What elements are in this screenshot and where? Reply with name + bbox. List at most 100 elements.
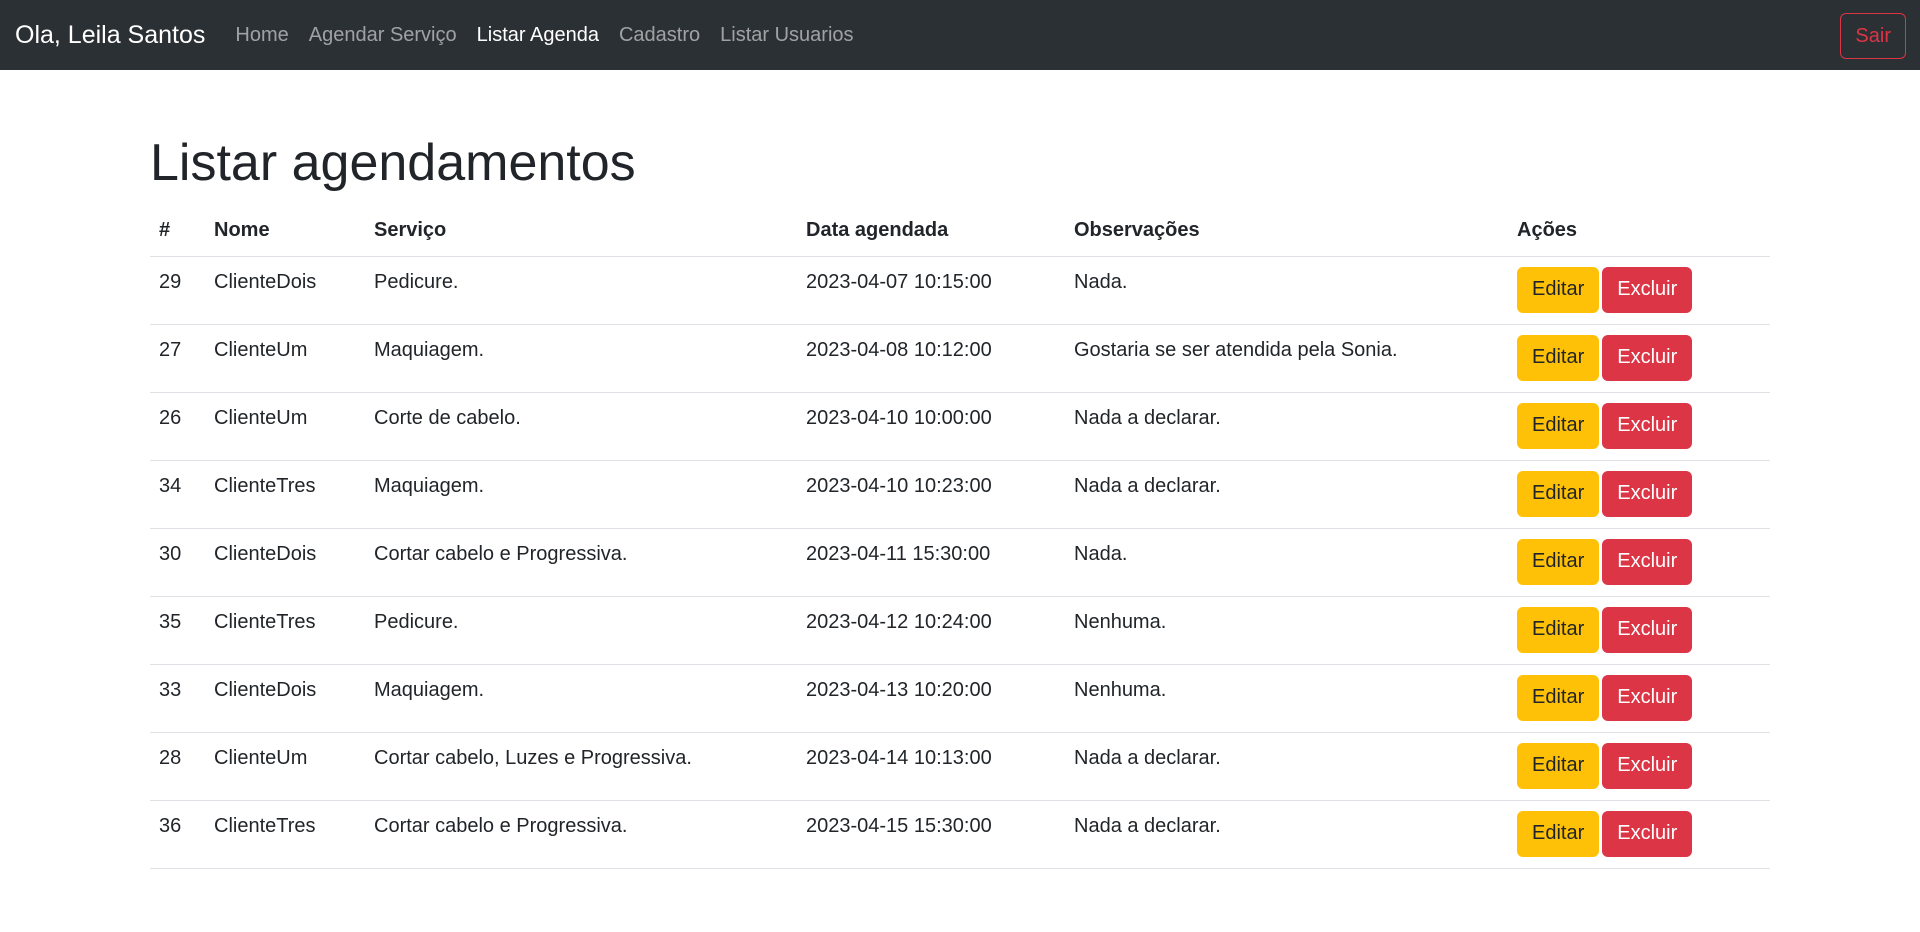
nav-link-listar-agenda[interactable]: Listar Agenda bbox=[477, 24, 599, 47]
cell-observacoes: Nada. bbox=[1065, 256, 1508, 325]
cell-data: 2023-04-12 10:24:00 bbox=[797, 596, 1065, 665]
table-row: 35 ClienteTres Pedicure. 2023-04-12 10:24:0… bbox=[150, 596, 1770, 665]
cell-servico: Pedicure. bbox=[365, 256, 797, 325]
cell-acoes: Editar Excluir bbox=[1508, 528, 1770, 597]
table-row: 29 ClienteDois Pedicure. 2023-04-07 10:15:0… bbox=[150, 256, 1770, 325]
edit-button[interactable]: Editar bbox=[1517, 742, 1600, 789]
table-row: 34 ClienteTres Maquiagem. 2023-04-10 10:23:… bbox=[150, 460, 1770, 529]
cell-data: 2023-04-08 10:12:00 bbox=[797, 324, 1065, 393]
cell-observacoes: Nenhuma. bbox=[1065, 664, 1508, 733]
table-row: 28 ClienteUm Cortar cabelo, Luzes e Progre… bbox=[150, 732, 1770, 801]
table-row: 30 ClienteDois Cortar cabelo e Progressiva… bbox=[150, 528, 1770, 597]
main-container: Listar agendamentos # Nome Serviço Data … bbox=[150, 130, 1770, 869]
cell-id: 28 bbox=[150, 732, 205, 801]
cell-id: 35 bbox=[150, 596, 205, 665]
cell-acoes: Editar Excluir bbox=[1508, 392, 1770, 461]
cell-acoes: Editar Excluir bbox=[1508, 596, 1770, 665]
cell-nome: ClienteTres bbox=[205, 800, 365, 869]
edit-button[interactable]: Editar bbox=[1517, 470, 1600, 517]
table-head: # Nome Serviço Data agendada Observações… bbox=[150, 206, 1770, 257]
edit-button[interactable]: Editar bbox=[1517, 606, 1600, 653]
cell-servico: Maquiagem. bbox=[365, 460, 797, 529]
table-row: 27 ClienteUm Maquiagem. 2023-04-08 10:12:00… bbox=[150, 324, 1770, 393]
nav-links: Home Agendar Serviço Listar Agenda Cadas… bbox=[235, 24, 873, 47]
cell-id: 30 bbox=[150, 528, 205, 597]
cell-nome: ClienteUm bbox=[205, 392, 365, 461]
cell-nome: ClienteUm bbox=[205, 324, 365, 393]
cell-id: 26 bbox=[150, 392, 205, 461]
cell-observacoes: Nenhuma. bbox=[1065, 596, 1508, 665]
table-row: 36 ClienteTres Cortar cabelo e Progressiva… bbox=[150, 800, 1770, 869]
nav-link-listar-usuarios[interactable]: Listar Usuarios bbox=[720, 24, 853, 47]
nav-link-agendar-servico[interactable]: Agendar Serviço bbox=[309, 24, 457, 47]
edit-button[interactable]: Editar bbox=[1517, 402, 1600, 449]
cell-data: 2023-04-10 10:00:00 bbox=[797, 392, 1065, 461]
cell-acoes: Editar Excluir bbox=[1508, 664, 1770, 733]
cell-acoes: Editar Excluir bbox=[1508, 324, 1770, 393]
cell-servico: Maquiagem. bbox=[365, 324, 797, 393]
delete-button[interactable]: Excluir bbox=[1602, 334, 1693, 381]
cell-observacoes: Nada. bbox=[1065, 528, 1508, 597]
header-data: Data agendada bbox=[797, 206, 1065, 257]
cell-id: 34 bbox=[150, 460, 205, 529]
cell-observacoes: Gostaria se ser atendida pela Sonia. bbox=[1065, 324, 1508, 393]
cell-servico: Corte de cabelo. bbox=[365, 392, 797, 461]
delete-button[interactable]: Excluir bbox=[1602, 606, 1693, 653]
cell-id: 29 bbox=[150, 256, 205, 325]
cell-servico: Cortar cabelo e Progressiva. bbox=[365, 800, 797, 869]
header-id: # bbox=[150, 206, 205, 257]
cell-data: 2023-04-10 10:23:00 bbox=[797, 460, 1065, 529]
edit-button[interactable]: Editar bbox=[1517, 810, 1600, 857]
table-row: 26 ClienteUm Corte de cabelo. 2023-04-10 10… bbox=[150, 392, 1770, 461]
cell-nome: ClienteDois bbox=[205, 664, 365, 733]
cell-servico: Cortar cabelo e Progressiva. bbox=[365, 528, 797, 597]
nav-link-cadastro[interactable]: Cadastro bbox=[619, 24, 700, 47]
nav-link-home[interactable]: Home bbox=[235, 24, 288, 47]
edit-button[interactable]: Editar bbox=[1517, 266, 1600, 313]
cell-servico: Maquiagem. bbox=[365, 664, 797, 733]
edit-button[interactable]: Editar bbox=[1517, 334, 1600, 381]
cell-nome: ClienteTres bbox=[205, 460, 365, 529]
cell-observacoes: Nada a declarar. bbox=[1065, 800, 1508, 869]
header-row: # Nome Serviço Data agendada Observações… bbox=[150, 206, 1770, 257]
header-observacoes: Observações bbox=[1065, 206, 1508, 257]
cell-servico: Pedicure. bbox=[365, 596, 797, 665]
cell-nome: ClienteDois bbox=[205, 256, 365, 325]
delete-button[interactable]: Excluir bbox=[1602, 674, 1693, 721]
cell-acoes: Editar Excluir bbox=[1508, 256, 1770, 325]
cell-data: 2023-04-14 10:13:00 bbox=[797, 732, 1065, 801]
delete-button[interactable]: Excluir bbox=[1602, 266, 1693, 313]
table-body: 29 ClienteDois Pedicure. 2023-04-07 10:15:0… bbox=[150, 256, 1770, 869]
cell-observacoes: Nada a declarar. bbox=[1065, 460, 1508, 529]
cell-data: 2023-04-13 10:20:00 bbox=[797, 664, 1065, 733]
cell-observacoes: Nada a declarar. bbox=[1065, 732, 1508, 801]
delete-button[interactable]: Excluir bbox=[1602, 538, 1693, 585]
cell-data: 2023-04-07 10:15:00 bbox=[797, 256, 1065, 325]
cell-id: 33 bbox=[150, 664, 205, 733]
header-acoes: Ações bbox=[1508, 206, 1770, 257]
delete-button[interactable]: Excluir bbox=[1602, 470, 1693, 517]
page-title: Listar agendamentos bbox=[150, 134, 636, 192]
appointments-table: # Nome Serviço Data agendada Observações… bbox=[150, 206, 1770, 869]
header-nome: Nome bbox=[205, 206, 365, 257]
cell-nome: ClienteUm bbox=[205, 732, 365, 801]
cell-data: 2023-04-11 15:30:00 bbox=[797, 528, 1065, 597]
logout-button[interactable]: Sair bbox=[1840, 13, 1906, 59]
cell-servico: Cortar cabelo, Luzes e Progressiva. bbox=[365, 732, 797, 801]
cell-observacoes: Nada a declarar. bbox=[1065, 392, 1508, 461]
cell-acoes: Editar Excluir bbox=[1508, 460, 1770, 529]
cell-data: 2023-04-15 15:30:00 bbox=[797, 800, 1065, 869]
cell-acoes: Editar Excluir bbox=[1508, 800, 1770, 869]
header-servico: Serviço bbox=[365, 206, 797, 257]
delete-button[interactable]: Excluir bbox=[1602, 810, 1693, 857]
cell-id: 27 bbox=[150, 324, 205, 393]
navbar: Ola, Leila Santos Home Agendar Serviço L… bbox=[0, 0, 1920, 70]
delete-button[interactable]: Excluir bbox=[1602, 402, 1693, 449]
delete-button[interactable]: Excluir bbox=[1602, 742, 1693, 789]
cell-nome: ClienteTres bbox=[205, 596, 365, 665]
cell-nome: ClienteDois bbox=[205, 528, 365, 597]
brand-greeting[interactable]: Ola, Leila Santos bbox=[15, 21, 205, 50]
table-row: 33 ClienteDois Maquiagem. 2023-04-13 10:20:… bbox=[150, 664, 1770, 733]
edit-button[interactable]: Editar bbox=[1517, 674, 1600, 721]
edit-button[interactable]: Editar bbox=[1517, 538, 1600, 585]
